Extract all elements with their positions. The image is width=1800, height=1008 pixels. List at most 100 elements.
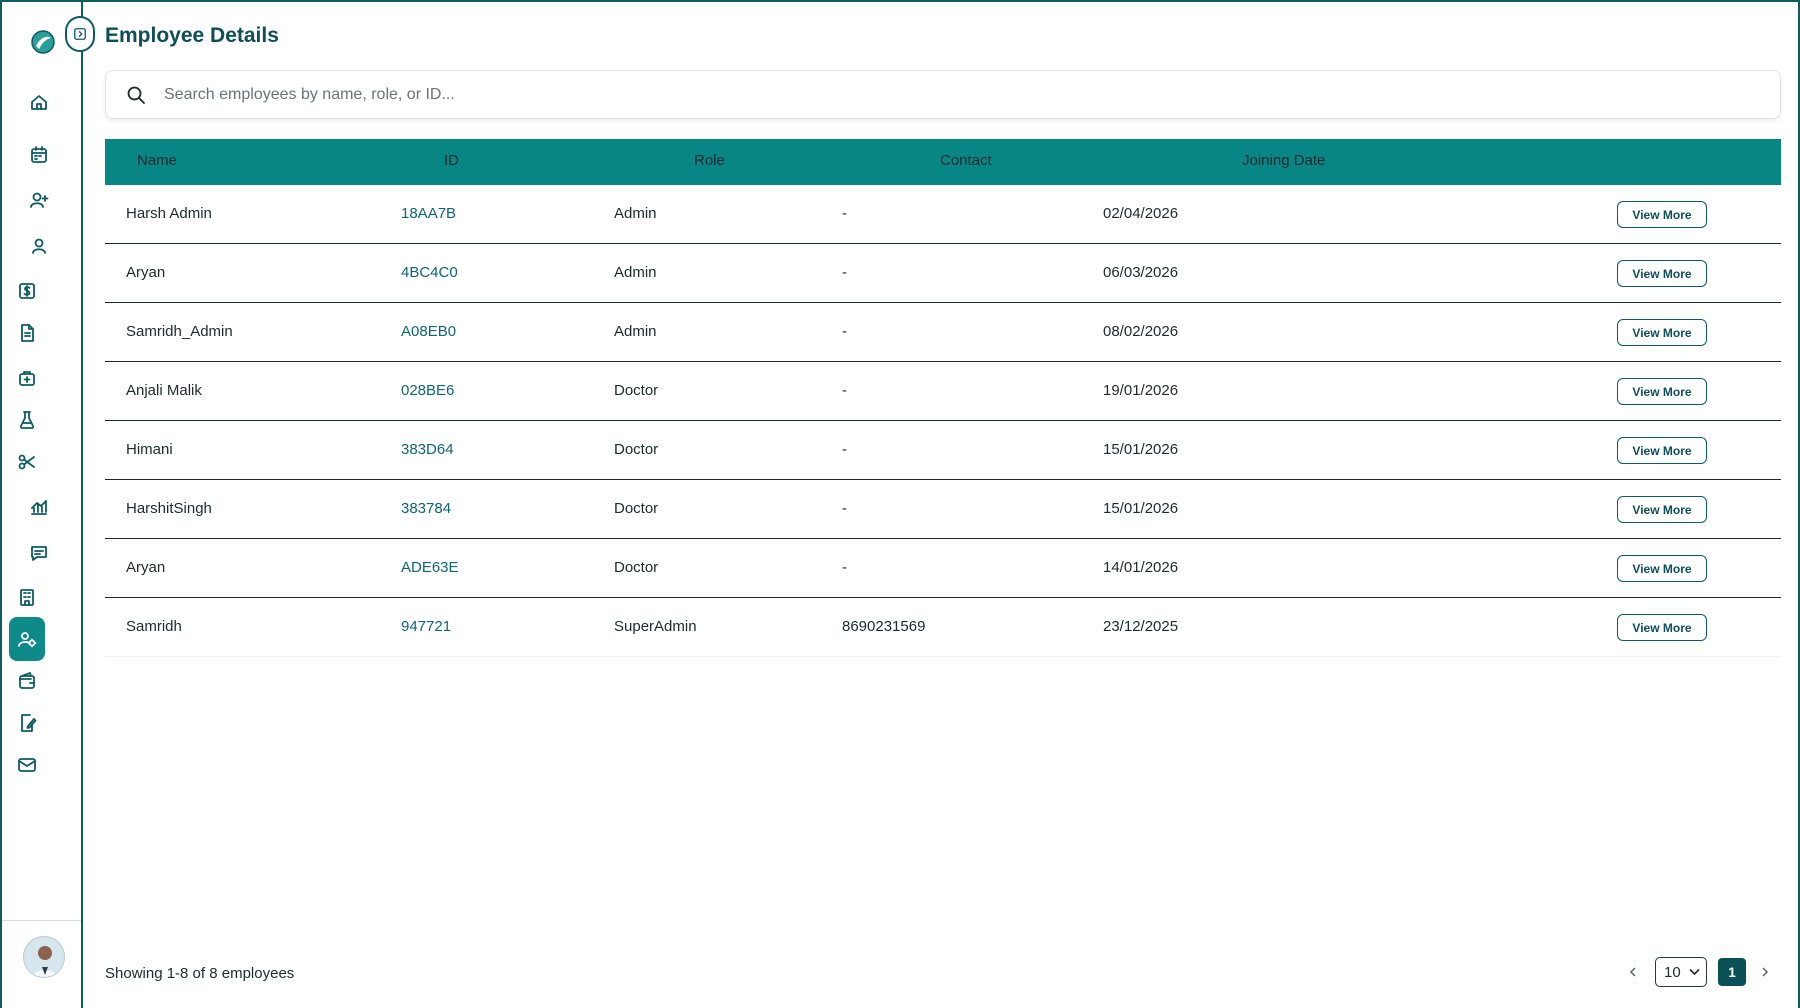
- sidebar: [2, 2, 83, 1008]
- cell-joining-date: 23/12/2025: [1103, 618, 1179, 635]
- sidebar-item-lab-flask[interactable]: [9, 402, 45, 438]
- cell-contact: -: [842, 205, 847, 222]
- page-size-value: 10: [1664, 963, 1681, 981]
- analytics-icon: [31, 500, 47, 515]
- message-icon: [31, 546, 47, 561]
- table-row: Harsh Admin 18AA7B Admin - 02/04/2026 View Mo…: [105, 185, 1781, 244]
- cell-name: Samridh_Admin: [126, 323, 233, 340]
- wallet-icon: [19, 672, 35, 689]
- scissors-icon: [18, 454, 35, 470]
- view-more-button[interactable]: View More: [1617, 319, 1707, 346]
- cell-id: 383D64: [401, 441, 454, 458]
- sidebar-item-message[interactable]: [21, 535, 57, 571]
- cell-role: Doctor: [614, 500, 659, 517]
- table-row: Aryan ADE63E Doctor - 14/01/2026 View More: [105, 539, 1781, 598]
- sidebar-item-user[interactable]: [21, 228, 57, 264]
- sidebar-toggle-button[interactable]: [65, 16, 95, 52]
- lab-flask-icon: [19, 411, 35, 429]
- cell-name: Aryan: [126, 559, 166, 576]
- sidebar-item-medical-kit[interactable]: [9, 360, 45, 396]
- cell-joining-date: 06/03/2026: [1103, 264, 1179, 281]
- collapse-icon: [74, 28, 86, 40]
- chevron-right-icon: [1762, 967, 1769, 977]
- cell-id: ADE63E: [401, 559, 459, 576]
- column-header-id[interactable]: ID: [444, 152, 459, 169]
- table-row: Samridh_Admin A08EB0 Admin - 08/02/2026 View …: [105, 303, 1781, 362]
- view-more-button[interactable]: View More: [1617, 260, 1707, 287]
- page-size-select[interactable]: 10: [1655, 957, 1707, 987]
- cell-joining-date: 15/01/2026: [1103, 500, 1179, 517]
- cell-role: Admin: [614, 264, 657, 281]
- cell-name: Aryan: [126, 264, 166, 281]
- sidebar-item-user-plus[interactable]: [21, 182, 57, 218]
- sidebar-item-wallet[interactable]: [9, 663, 45, 699]
- view-more-button[interactable]: View More: [1617, 201, 1707, 228]
- main-content: Employee Details Name ID Role Contact Jo…: [83, 2, 1800, 1008]
- building-icon: [20, 589, 34, 606]
- cell-id: 4BC4C0: [401, 264, 458, 281]
- edit-file-icon: [21, 714, 37, 732]
- cell-joining-date: 08/02/2026: [1103, 323, 1179, 340]
- cell-id: 947721: [401, 618, 452, 635]
- view-more-button[interactable]: View More: [1617, 378, 1707, 405]
- sidebar-item-mail[interactable]: [9, 747, 45, 783]
- cell-role: Admin: [614, 205, 657, 222]
- sidebar-item-building[interactable]: [9, 579, 45, 615]
- search-bar: [105, 70, 1781, 119]
- employees-icon: [18, 632, 37, 648]
- cell-role: Doctor: [614, 559, 659, 576]
- cell-name: Harsh Admin: [126, 205, 212, 222]
- sidebar-item-analytics[interactable]: [21, 489, 57, 525]
- sidebar-item-calendar[interactable]: [21, 137, 57, 173]
- cell-contact: -: [842, 323, 847, 340]
- cell-id: A08EB0: [401, 323, 457, 340]
- column-header-contact[interactable]: Contact: [940, 152, 992, 169]
- pagination-summary: Showing 1-8 of 8 employees: [105, 965, 295, 982]
- cell-contact: -: [842, 559, 847, 576]
- view-more-button[interactable]: View More: [1617, 437, 1707, 464]
- cell-role: Admin: [614, 323, 657, 340]
- page-title: Employee Details: [105, 24, 279, 47]
- column-header-name[interactable]: Name: [137, 152, 177, 169]
- table-row: Aryan 4BC4C0 Admin - 06/03/2026 View More: [105, 244, 1781, 303]
- calendar-icon: [31, 146, 47, 163]
- next-page-button[interactable]: [1755, 957, 1775, 987]
- cell-joining-date: 19/01/2026: [1103, 382, 1179, 399]
- cell-name: Samridh: [126, 618, 182, 635]
- view-more-button[interactable]: View More: [1617, 496, 1707, 523]
- sidebar-item-document[interactable]: [9, 315, 45, 351]
- table-body: Harsh Admin 18AA7B Admin - 02/04/2026 View Mo…: [105, 185, 1781, 657]
- sidebar-item-edit-file[interactable]: [9, 705, 45, 741]
- sidebar-item-employees[interactable]: [9, 617, 45, 661]
- user-icon: [32, 238, 46, 254]
- table-header: Name ID Role Contact Joining Date: [105, 139, 1781, 185]
- avatar[interactable]: [23, 936, 65, 978]
- table-row: Anjali Malik 028BE6 Doctor - 19/01/2026 View …: [105, 362, 1781, 421]
- search-input[interactable]: [164, 81, 1744, 109]
- cell-id: 18AA7B: [401, 205, 457, 222]
- cell-name: HarshitSingh: [126, 500, 212, 517]
- column-header-joining-date[interactable]: Joining Date: [1242, 152, 1325, 169]
- cell-role: Doctor: [614, 382, 659, 399]
- cell-id: 383784: [401, 500, 452, 517]
- cell-contact: -: [842, 264, 847, 281]
- cell-id: 028BE6: [401, 382, 455, 399]
- sidebar-item-home[interactable]: [21, 84, 57, 120]
- table-row: Samridh 947721 SuperAdmin 8690231569 23/12/2…: [105, 598, 1781, 657]
- cell-joining-date: 02/04/2026: [1103, 205, 1179, 222]
- mail-icon: [18, 758, 36, 772]
- view-more-button[interactable]: View More: [1617, 555, 1707, 582]
- sidebar-item-scissors[interactable]: [9, 444, 45, 480]
- sidebar-item-billing[interactable]: [9, 273, 45, 309]
- document-icon: [21, 324, 34, 342]
- billing-icon: [19, 283, 35, 299]
- cell-contact: 8690231569: [842, 618, 926, 635]
- home-icon: [31, 95, 47, 110]
- table-row: HarshitSingh 383784 Doctor - 15/01/2026 View …: [105, 480, 1781, 539]
- prev-page-button[interactable]: [1623, 957, 1643, 987]
- logo-icon[interactable]: [30, 29, 56, 55]
- column-header-role[interactable]: Role: [694, 152, 725, 169]
- page-button-current[interactable]: 1: [1718, 958, 1746, 986]
- table-row: Himani 383D64 Doctor - 15/01/2026 View More: [105, 421, 1781, 480]
- view-more-button[interactable]: View More: [1617, 614, 1707, 641]
